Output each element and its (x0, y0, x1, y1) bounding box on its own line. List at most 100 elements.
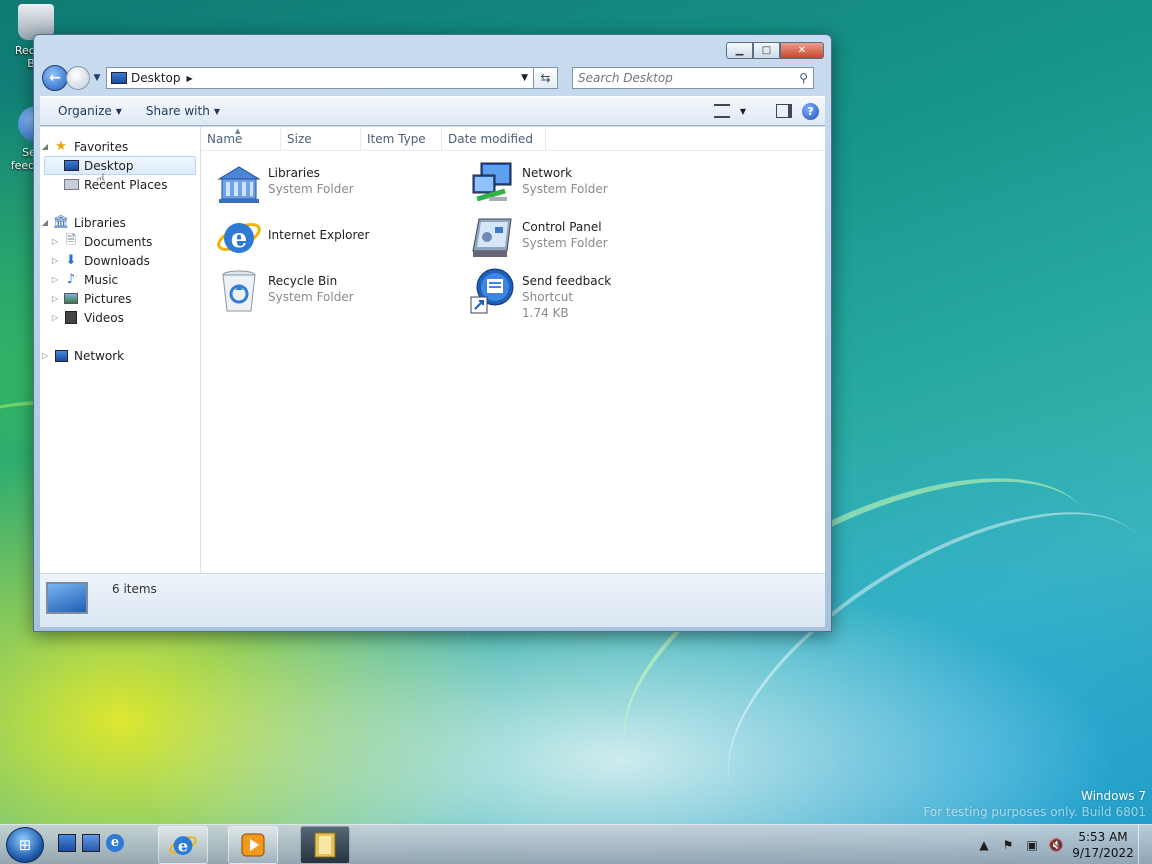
taskbar-internet-explorer[interactable]: e (158, 826, 208, 864)
refresh-button[interactable]: ⇆ (534, 67, 558, 89)
recycle-bin-icon (215, 267, 265, 317)
desktop-thumbnail-icon (46, 582, 88, 614)
change-view-icon[interactable] (713, 104, 730, 118)
minimize-icon: ▁ (735, 45, 744, 56)
collapsed-arrow-icon[interactable]: ▷ (40, 351, 50, 360)
network-status-icon[interactable]: ▣ (1024, 837, 1040, 853)
navigation-pane: ◢ ★ Favorites Desktop Recent Places ◢ 🏛 … (40, 127, 201, 573)
content-area: ◢ ★ Favorites Desktop Recent Places ◢ 🏛 … (40, 127, 825, 573)
nav-favorites[interactable]: ◢ ★ Favorites (40, 137, 200, 156)
internet-explorer-icon[interactable]: e (106, 834, 124, 852)
details-pane: 6 items (40, 573, 825, 627)
videos-icon (63, 310, 79, 326)
file-item-control-panel[interactable]: Control Panel System Folder (469, 213, 709, 263)
nav-item-videos[interactable]: ▷ Videos (40, 308, 200, 327)
address-dropdown-icon[interactable]: ▼ (521, 73, 528, 83)
caption-buttons: ▁ □ ✕ (726, 42, 824, 59)
close-button[interactable]: ✕ (780, 42, 824, 59)
nav-network-label: Network (74, 348, 125, 363)
file-item-send-feedback[interactable]: Send feedback Shortcut 1.74 KB (469, 267, 709, 320)
recent-places-icon (63, 177, 79, 193)
volume-muted-icon[interactable]: 🔇 (1048, 837, 1064, 853)
show-hidden-icons-button[interactable]: ▲ (976, 837, 992, 853)
search-box[interactable]: ⚲ (572, 67, 814, 89)
refresh-icon: ⇆ (540, 71, 551, 85)
nav-item-documents[interactable]: ▷ 🗎 Documents (40, 232, 200, 251)
nav-item-pictures[interactable]: ▷ Pictures (40, 289, 200, 308)
clock[interactable]: 5:53 AM 9/17/2022 (1068, 829, 1138, 861)
column-header-item-type[interactable]: Item Type (361, 127, 442, 150)
nav-item-label: Videos (84, 310, 124, 325)
show-desktop-icon[interactable] (58, 834, 76, 852)
hand-cursor-icon: ☝ (96, 170, 106, 189)
address-bar[interactable]: Desktop ▶ ▼ (106, 67, 534, 89)
collapsed-arrow-icon[interactable]: ▷ (50, 275, 60, 284)
switch-windows-icon[interactable] (82, 834, 100, 852)
organize-button[interactable]: Organize ▼ (46, 99, 134, 123)
taskbar-media-player[interactable] (228, 826, 278, 864)
maximize-icon: □ (761, 45, 772, 56)
expanded-arrow-icon[interactable]: ◢ (40, 142, 50, 151)
nav-libraries-label: Libraries (74, 215, 126, 230)
collapsed-arrow-icon[interactable]: ▷ (50, 237, 60, 246)
collapsed-arrow-icon[interactable]: ▷ (50, 313, 60, 322)
help-icon[interactable]: ? (802, 102, 819, 120)
view-options-dropdown-icon[interactable]: ▼ (740, 107, 746, 116)
column-header-name[interactable]: ▲ Name (201, 127, 281, 150)
file-name: Network (522, 166, 573, 180)
clock-date: 9/17/2022 (1072, 846, 1134, 860)
collapsed-arrow-icon[interactable]: ▷ (50, 294, 60, 303)
action-center-icon[interactable]: ⚑ (1000, 837, 1016, 853)
nav-item-label: Pictures (84, 291, 132, 306)
file-item-internet-explorer[interactable]: e Internet Explorer (215, 213, 455, 263)
control-panel-icon (469, 213, 519, 263)
maximize-button[interactable]: □ (753, 42, 780, 59)
breadcrumb-arrow-icon[interactable]: ▶ (187, 74, 193, 83)
file-type: Shortcut (522, 290, 574, 304)
expanded-arrow-icon[interactable]: ◢ (40, 218, 50, 227)
collapsed-arrow-icon[interactable]: ▷ (50, 256, 60, 265)
file-name: Libraries (268, 166, 320, 180)
show-desktop-button[interactable] (1138, 825, 1152, 864)
recent-pages-button[interactable]: ▼ (90, 73, 104, 83)
forward-button[interactable] (66, 66, 90, 90)
search-input[interactable] (578, 71, 778, 85)
feedback-icon (469, 267, 519, 317)
back-button[interactable]: ← (42, 65, 68, 91)
search-icon[interactable]: ⚲ (799, 71, 808, 85)
chevron-down-icon: ▼ (213, 106, 220, 116)
nav-item-downloads[interactable]: ▷ ⬇ Downloads (40, 251, 200, 270)
download-icon: ⬇ (65, 253, 77, 268)
nav-favorites-label: Favorites (74, 139, 129, 154)
taskbar-windows-explorer[interactable] (300, 826, 350, 864)
libraries-icon (215, 159, 265, 209)
file-name: Control Panel (522, 220, 602, 234)
share-with-button[interactable]: Share with ▼ (134, 99, 232, 123)
file-item-recycle-bin[interactable]: Recycle Bin System Folder (215, 267, 455, 317)
column-header-size[interactable]: Size (281, 127, 361, 150)
start-button[interactable]: ⊞ (6, 827, 44, 863)
watermark-line: For testing purposes only. Build 6801 (923, 805, 1146, 819)
clock-time: 5:53 AM (1078, 830, 1128, 844)
music-icon: ♪ (66, 272, 76, 287)
nav-network[interactable]: ▷ Network (40, 346, 200, 365)
column-header-label: Size (287, 131, 312, 146)
column-header-date-modified[interactable]: Date modified (442, 127, 546, 150)
nav-item-desktop[interactable]: Desktop (44, 156, 196, 175)
file-size: 1.74 KB (522, 306, 569, 320)
preview-pane-icon[interactable] (776, 104, 792, 118)
taskbar: ⊞ e e ▲ ⚑ ▣ 🔇 5:53 AM 9/17/2022 (0, 824, 1152, 864)
column-header-label: Item Type (367, 131, 426, 146)
explorer-window: ▁ □ ✕ ← ▼ Desktop ▶ ▼ ⇆ ⚲ Organize ▼ Sha… (33, 34, 832, 632)
file-name: Internet Explorer (268, 228, 370, 242)
file-item-network[interactable]: Network System Folder (469, 159, 709, 209)
minimize-button[interactable]: ▁ (726, 42, 753, 59)
file-type: System Folder (522, 182, 608, 196)
os-watermark: Windows 7 For testing purposes only. Bui… (923, 788, 1146, 820)
nav-libraries[interactable]: ◢ 🏛 Libraries (40, 213, 200, 232)
network-icon (53, 348, 69, 364)
address-location[interactable]: Desktop (131, 71, 181, 85)
file-item-libraries[interactable]: Libraries System Folder (215, 159, 455, 209)
nav-item-recent-places[interactable]: Recent Places (40, 175, 200, 194)
nav-item-music[interactable]: ▷ ♪ Music (40, 270, 200, 289)
